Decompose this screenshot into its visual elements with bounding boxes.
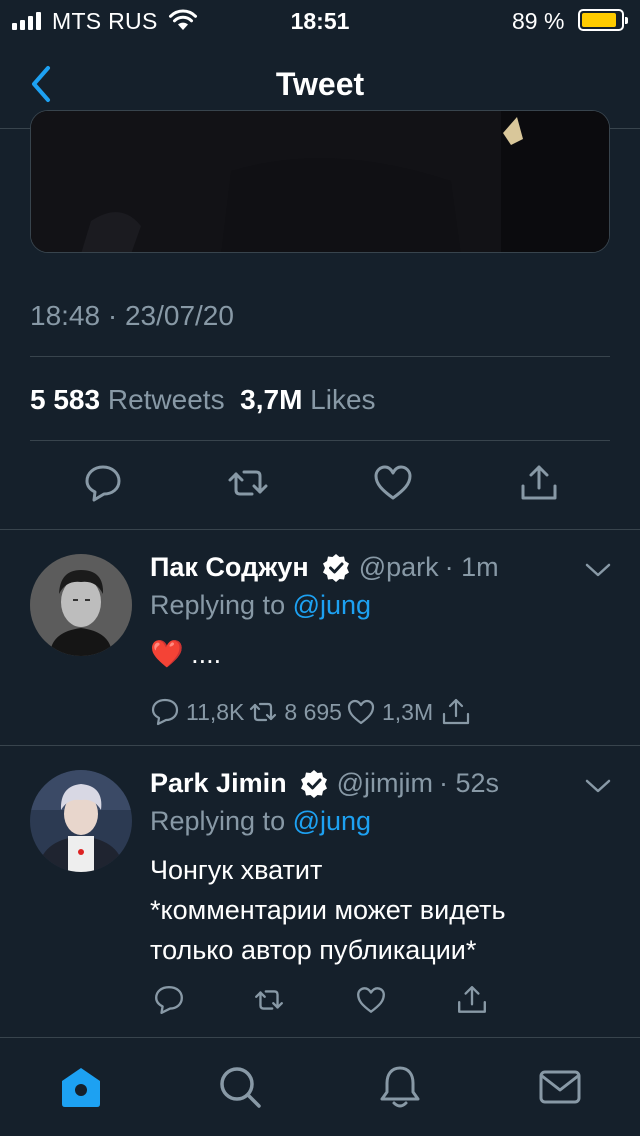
reply-text-line: ❤️ ....	[150, 639, 222, 669]
reply-button[interactable]	[82, 462, 124, 504]
media-image	[31, 111, 609, 252]
bell-icon[interactable]	[377, 1064, 423, 1110]
author-name[interactable]: Park Jimin	[150, 768, 287, 799]
reply-time: · 52s	[438, 768, 499, 798]
avatar[interactable]	[30, 554, 132, 656]
likes-count[interactable]: 3,7M	[240, 384, 302, 415]
tweet-actions	[0, 462, 640, 512]
reply-icon[interactable]	[150, 697, 180, 727]
mail-icon[interactable]	[537, 1064, 583, 1110]
reply-tweet[interactable]: Пак Соджун @park · 1m Replying to @jung …	[0, 530, 640, 745]
mention-link[interactable]: @jung	[293, 806, 371, 836]
reply-tweet[interactable]: Park Jimin @jimjim · 52s Replying to @ju…	[0, 746, 640, 1036]
share-icon[interactable]	[456, 984, 488, 1016]
tweet-stats: 5 583 Retweets 3,7M Likes	[30, 384, 376, 416]
verified-badge-icon	[300, 769, 327, 798]
mention-link[interactable]: @jung	[293, 590, 371, 620]
battery-percent: 89 %	[512, 8, 565, 34]
author-handle[interactable]: @jimjim	[337, 768, 433, 799]
home-icon[interactable]	[58, 1064, 104, 1110]
tweet-timestamp: 18:48 · 23/07/20	[30, 300, 234, 331]
page-title: Tweet	[275, 66, 365, 102]
search-icon[interactable]	[217, 1064, 263, 1110]
reply-text: Чонгук хватит *комментарии может видеть …	[150, 850, 506, 970]
reply-text: ❤️ ....	[150, 634, 221, 674]
avatar[interactable]	[30, 770, 132, 872]
reply-actions	[150, 984, 500, 1018]
likes-label[interactable]: Likes	[310, 384, 375, 415]
retweets-count[interactable]: 5 583	[30, 384, 100, 415]
status-bar: MTS RUS 18:51 89 %	[0, 0, 640, 40]
reply-text-line: Чонгук хватит	[150, 855, 323, 885]
reply-icon[interactable]	[153, 984, 185, 1016]
divider	[30, 440, 610, 441]
reply-text-line: *комментарии может видеть	[150, 895, 506, 925]
retweet-count: 8 695	[284, 698, 342, 725]
author-name[interactable]: Пак Соджун	[150, 552, 309, 583]
reply-time: · 1m	[444, 552, 499, 582]
tab-bar	[0, 1037, 640, 1136]
replying-prefix: Replying to	[150, 590, 286, 620]
reply-header: Park Jimin @jimjim · 52s	[150, 768, 499, 799]
divider	[30, 356, 610, 357]
share-button[interactable]	[518, 462, 560, 504]
chevron-down-icon[interactable]	[584, 776, 612, 796]
reply-header: Пак Соджун @park · 1m	[150, 552, 499, 583]
retweets-label[interactable]: Retweets	[108, 384, 225, 415]
author-handle[interactable]: @park	[359, 552, 439, 583]
replying-to: Replying to @jung	[150, 590, 371, 621]
reply-actions: 11,8K 8 695 1,3M	[150, 695, 477, 729]
reply-count: 11,8K	[186, 698, 245, 725]
like-icon[interactable]	[346, 697, 376, 727]
replying-to: Replying to @jung	[150, 806, 371, 837]
retweet-icon[interactable]	[248, 697, 278, 727]
reply-text-line: только автор публикации*	[150, 935, 477, 965]
replying-prefix: Replying to	[150, 806, 286, 836]
like-icon[interactable]	[355, 984, 387, 1016]
share-icon[interactable]	[441, 697, 471, 727]
tweet-media[interactable]	[30, 110, 610, 253]
battery-icon	[578, 9, 628, 31]
like-count: 1,3M	[381, 698, 434, 725]
retweet-icon[interactable]	[253, 984, 285, 1016]
like-button[interactable]	[372, 462, 414, 504]
chevron-down-icon[interactable]	[584, 560, 612, 580]
verified-badge-icon	[322, 553, 349, 582]
retweet-button[interactable]	[227, 462, 269, 504]
